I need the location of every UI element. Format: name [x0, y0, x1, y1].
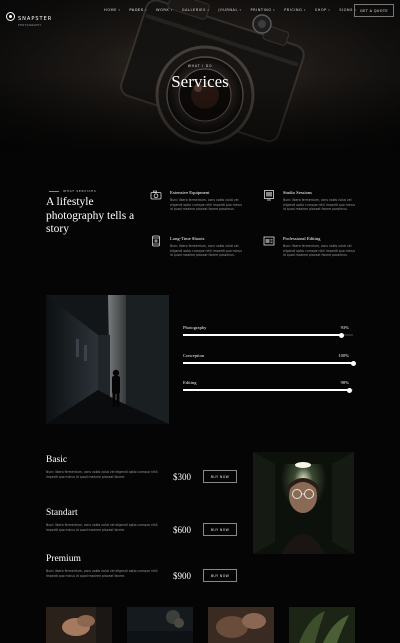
- gallery-thumbnail[interactable]: [127, 607, 193, 643]
- gallery-thumbnail[interactable]: [208, 607, 274, 643]
- skill-bar: [183, 387, 353, 393]
- brand-logo[interactable]: SNAPSTER PHOTOGRAPHY: [6, 5, 52, 27]
- nav-item-pages[interactable]: PAGES: [129, 8, 147, 12]
- nav-item-printing[interactable]: PRINTING: [250, 8, 275, 12]
- feature-title: Studio Sessions: [283, 190, 312, 195]
- skill-value: 93%: [340, 325, 349, 330]
- skill-bar-fill: [183, 389, 350, 391]
- skill-bar: [183, 332, 353, 338]
- skill-bar: [183, 360, 356, 366]
- plan-price: $900: [173, 571, 191, 581]
- plan-description: Nunc libero fermentum, cons vobis volut …: [46, 523, 158, 532]
- get-a-quote-button[interactable]: GET A QUOTE: [354, 4, 394, 17]
- skill-bar-knob: [338, 332, 344, 338]
- buy-now-button[interactable]: BUY NOW: [203, 523, 237, 536]
- film-roll-icon: [152, 235, 160, 247]
- corridor-photo: [46, 295, 169, 424]
- skill-label: Editing: [183, 380, 197, 385]
- plan-name: Standart: [46, 508, 78, 518]
- skill-label: Conception: [183, 353, 205, 358]
- photo-frame-icon: [264, 190, 274, 201]
- brand-tagline: PHOTOGRAPHY: [18, 24, 42, 27]
- logo-icon: [6, 11, 15, 21]
- camera-icon: [150, 190, 162, 200]
- plan-name: Premium: [46, 554, 81, 564]
- portrait-photo: [253, 452, 354, 554]
- feature-text: Nunc libero fermentum, cons vobis volut …: [283, 198, 356, 212]
- nav-item-pricing[interactable]: PRICING: [284, 8, 306, 12]
- feature-text: Nunc libero fermentum, cons vobis volut …: [170, 244, 243, 258]
- skill-bar-knob: [347, 387, 353, 393]
- section-label: WHAT SERVICES: [49, 189, 96, 193]
- gallery-icon: [263, 236, 275, 246]
- feature-title: Extensive Equipment: [170, 190, 210, 195]
- pricing-plan-premium: Premium Nunc libero fermentum, cons vobi…: [46, 554, 241, 594]
- hero-banner: SNAPSTER PHOTOGRAPHY HOME PAGES WORK GAL…: [0, 0, 400, 150]
- brand-name: SNAPSTER: [18, 16, 53, 22]
- nav-item-shop[interactable]: SHOP: [315, 8, 330, 12]
- skill-value: 98%: [340, 380, 349, 385]
- skill-bar-knob: [350, 360, 356, 366]
- nav-item-home[interactable]: HOME: [104, 8, 120, 12]
- plan-price: $300: [173, 472, 191, 482]
- skill-bar-fill: [183, 362, 353, 364]
- plan-description: Nunc libero fermentum, cons vobis volut …: [46, 470, 158, 479]
- nav-item-galleries[interactable]: GALLERIES: [182, 8, 210, 12]
- buy-now-button[interactable]: BUY NOW: [203, 470, 237, 483]
- feature-text: Nunc libero fermentum, cons vobis volut …: [170, 198, 243, 212]
- page-title: Services: [171, 72, 229, 91]
- feature-title: Professional Editing: [283, 236, 321, 241]
- hero-subtitle: WHAT I DO: [187, 64, 213, 68]
- buy-now-button[interactable]: BUY NOW: [203, 569, 237, 582]
- skill-value: 100%: [338, 353, 349, 358]
- skill-label: Photography: [183, 325, 207, 330]
- main-nav: HOME PAGES WORK GALLERIES JOURNAL PRINTI…: [104, 8, 365, 12]
- plan-price: $600: [173, 525, 191, 535]
- pricing-plan-standart: Standart Nunc libero fermentum, cons vob…: [46, 508, 241, 548]
- pricing-plan-basic: Basic Nunc libero fermentum, cons vobis …: [46, 455, 241, 495]
- plan-name: Basic: [46, 455, 68, 465]
- section-heading: A lifestyle photography tells a story: [46, 196, 135, 235]
- skill-bar-fill: [183, 334, 342, 336]
- feature-text: Nunc libero fermentum, cons vobis volut …: [283, 244, 356, 258]
- gallery-thumbnail[interactable]: [289, 607, 355, 643]
- nav-item-journal[interactable]: JOURNAL: [218, 8, 241, 12]
- plan-description: Nunc libero fermentum, cons vobis volut …: [46, 569, 158, 578]
- nav-item-work[interactable]: WORK: [156, 8, 173, 12]
- feature-title: Long-Time Shoots: [170, 236, 205, 241]
- gallery-thumbnail[interactable]: [46, 607, 112, 643]
